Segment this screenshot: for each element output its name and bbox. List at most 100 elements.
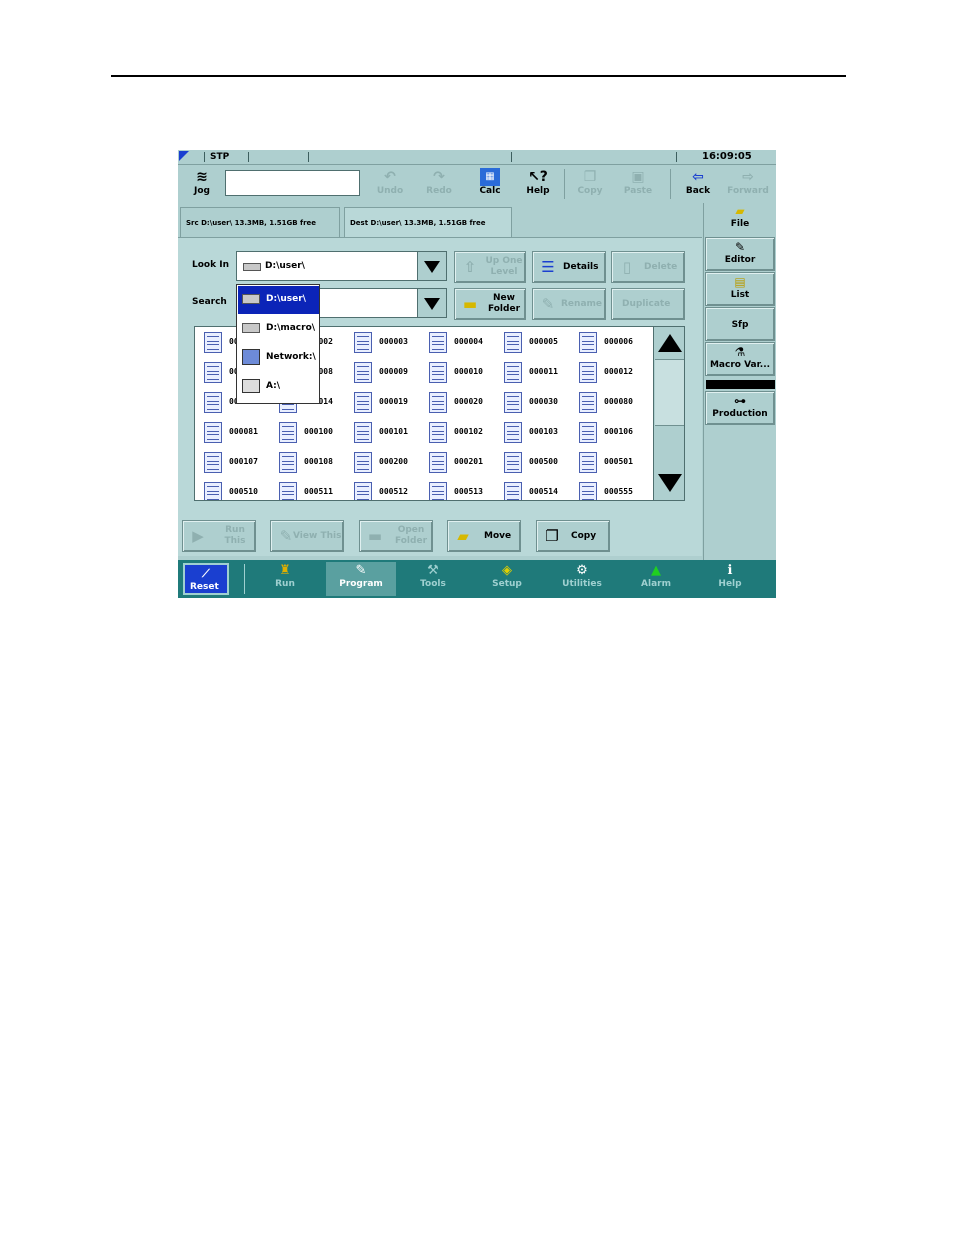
file-item[interactable]: 000103: [498, 419, 573, 445]
details-button[interactable]: ☰ Details: [532, 251, 606, 283]
scroll-down-arrow-icon[interactable]: [655, 468, 684, 498]
file-item[interactable]: 000020: [423, 389, 498, 415]
undo-button[interactable]: ↶ Undo: [368, 167, 412, 201]
dropdown-item-floppy[interactable]: A:\: [238, 373, 319, 401]
file-item[interactable]: 000511: [273, 479, 348, 500]
duplicate-button[interactable]: Duplicate: [611, 288, 685, 320]
program-file-icon: [504, 332, 522, 353]
dropdown-item-macro[interactable]: D:\macro\: [238, 315, 319, 343]
file-item[interactable]: 000200: [348, 449, 423, 475]
file-item[interactable]: 000107: [198, 449, 273, 475]
help-button[interactable]: ↖? Help: [516, 167, 560, 201]
nav-utilities[interactable]: ⚙ Utilities: [547, 562, 617, 596]
macro-var-button[interactable]: ⚗ Macro Var...: [705, 342, 775, 376]
paste-button[interactable]: ▣ Paste: [616, 167, 660, 201]
file-item[interactable]: 000108: [273, 449, 348, 475]
nav-tools[interactable]: ⚒ Tools: [398, 562, 468, 596]
file-item[interactable]: 000030: [498, 389, 573, 415]
program-file-icon: [204, 392, 222, 413]
file-item[interactable]: 000513: [423, 479, 498, 500]
alarm-light-icon: ▲: [651, 563, 661, 578]
file-item[interactable]: 000009: [348, 359, 423, 385]
copy-icon: ❐: [545, 527, 559, 545]
tab-destination[interactable]: Dest D:\user\ 13.3MB, 1.51GB free: [344, 207, 512, 237]
scroll-thumb[interactable]: [655, 359, 684, 426]
look-in-dropdown-arrow[interactable]: [417, 252, 446, 280]
vertical-scrollbar[interactable]: [653, 327, 684, 500]
forward-button[interactable]: ⇨ Forward: [726, 167, 770, 201]
tab-destination-label: Dest D:\user\ 13.3MB, 1.51GB free: [350, 219, 486, 227]
new-folder-button[interactable]: ▬ New Folder: [454, 288, 526, 320]
back-button[interactable]: ⇦ Back: [676, 167, 720, 201]
open-folder-button[interactable]: ▬ Open Folder: [359, 520, 433, 552]
help-label: Help: [526, 186, 550, 196]
run-this-button[interactable]: ▶ Run This: [182, 520, 256, 552]
file-item[interactable]: 000010: [423, 359, 498, 385]
jog-button[interactable]: ≋ Jog: [180, 167, 224, 201]
file-name: 000511: [304, 487, 333, 496]
file-item[interactable]: 000100: [273, 419, 348, 445]
editor-button[interactable]: ✎ Editor: [705, 237, 775, 271]
file-item[interactable]: 000201: [423, 449, 498, 475]
up-one-level-label: Up One Level: [485, 256, 523, 277]
redo-button[interactable]: ↷ Redo: [417, 167, 461, 201]
file-item[interactable]: 000011: [498, 359, 573, 385]
file-item[interactable]: 000512: [348, 479, 423, 500]
sfp-button[interactable]: Sfp: [705, 307, 775, 341]
view-this-button[interactable]: ✎ View This: [270, 520, 344, 552]
file-item[interactable]: 000019: [348, 389, 423, 415]
reset-label: Reset: [190, 582, 219, 592]
tab-source[interactable]: Src D:\user\ 13.3MB, 1.51GB free: [180, 207, 340, 237]
search-dropdown-arrow[interactable]: [417, 289, 446, 317]
search-combo[interactable]: [318, 288, 447, 318]
program-file-icon: [279, 452, 297, 473]
rename-button[interactable]: ✎ Rename: [532, 288, 606, 320]
file-item[interactable]: 000101: [348, 419, 423, 445]
file-item[interactable]: 000003: [348, 329, 423, 355]
nav-run[interactable]: ♜ Run: [250, 562, 320, 596]
file-item[interactable]: 000012: [573, 359, 648, 385]
file-name: 000020: [454, 397, 483, 406]
file-item[interactable]: 000005: [498, 329, 573, 355]
file-item[interactable]: 000106: [573, 419, 648, 445]
file-item[interactable]: 000500: [498, 449, 573, 475]
mdi-input[interactable]: [225, 170, 360, 196]
file-item[interactable]: 000501: [573, 449, 648, 475]
move-button[interactable]: ▰ Move: [447, 520, 521, 552]
file-item[interactable]: 000555: [573, 479, 648, 500]
file-item[interactable]: 000514: [498, 479, 573, 500]
program-file-icon: [504, 482, 522, 500]
copy-button[interactable]: ❐ Copy: [536, 520, 610, 552]
file-button[interactable]: ▰ File: [705, 202, 775, 235]
file-item[interactable]: 000080: [573, 389, 648, 415]
file-item[interactable]: 000510: [198, 479, 273, 500]
nav-program[interactable]: ✎ Program: [326, 562, 396, 596]
nav-help-label: Help: [718, 579, 742, 589]
file-name: 000019: [379, 397, 408, 406]
delete-button[interactable]: ▯ Delete: [611, 251, 685, 283]
production-button[interactable]: ⊶ Production: [705, 391, 775, 425]
back-arrow-icon: ⇦: [692, 169, 704, 185]
file-name: 000500: [529, 457, 558, 466]
list-icon: ▤: [734, 275, 746, 289]
reset-button[interactable]: ⟋ Reset: [183, 563, 229, 595]
calc-button[interactable]: ▦ Calc: [468, 167, 512, 201]
look-in-combo[interactable]: D:\user\: [236, 251, 447, 281]
paste-icon: ▣: [631, 169, 645, 185]
dropdown-item-network[interactable]: Network:\: [238, 344, 319, 372]
nav-setup[interactable]: ◈ Setup: [472, 562, 542, 596]
file-item[interactable]: 000102: [423, 419, 498, 445]
dropdown-item-user[interactable]: D:\user\: [238, 286, 319, 314]
copy-toolbar-button[interactable]: ❐ Copy: [568, 167, 612, 201]
up-one-level-button[interactable]: ⇧ Up One Level: [454, 251, 526, 283]
help-pointer-icon: ↖?: [528, 169, 548, 185]
list-button[interactable]: ▤ List: [705, 272, 775, 306]
program-file-icon: [204, 422, 222, 443]
file-item[interactable]: 000004: [423, 329, 498, 355]
nav-help[interactable]: ℹ Help: [695, 562, 765, 596]
nav-alarm[interactable]: ▲ Alarm: [621, 562, 691, 596]
scroll-up-arrow-icon[interactable]: [655, 328, 684, 358]
file-item[interactable]: 000081: [198, 419, 273, 445]
dropdown-item-label: A:\: [266, 381, 281, 391]
file-item[interactable]: 000006: [573, 329, 648, 355]
